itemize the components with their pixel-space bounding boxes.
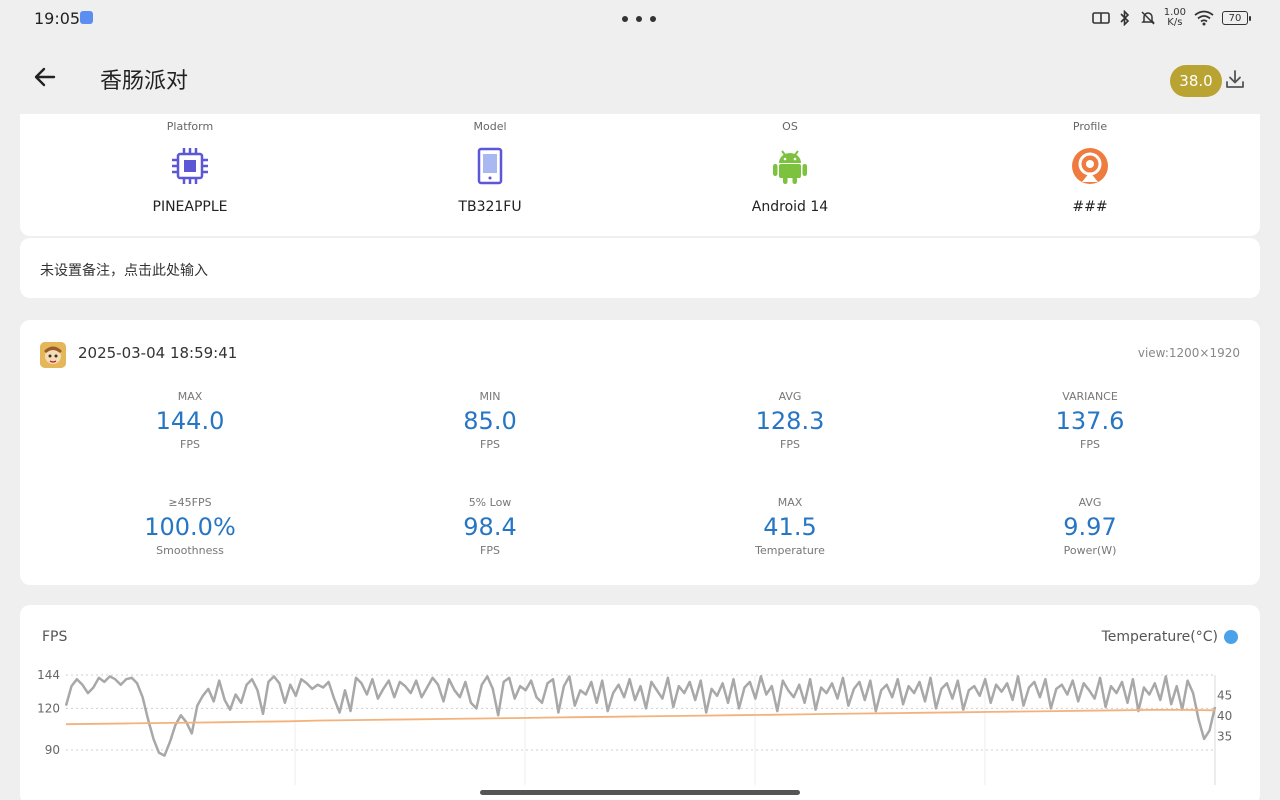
view-resolution: view:1200×1920 <box>1137 346 1240 360</box>
os-value: Android 14 <box>751 199 829 215</box>
platform-label: Platform <box>166 120 214 133</box>
metric-value: 9.97 <box>1063 513 1117 541</box>
model-label: Model <box>473 120 507 133</box>
metric-unit: Temperature <box>755 544 825 557</box>
metric-value: 128.3 <box>755 407 825 435</box>
metric-value: 137.6 <box>1055 407 1125 435</box>
metric-label: VARIANCE <box>1062 390 1118 403</box>
metric-max-fps: MAX 144.0 FPS <box>40 390 340 451</box>
wifi-icon <box>1194 10 1214 26</box>
metric-avg-fps: AVG 128.3 FPS <box>640 390 940 451</box>
back-arrow-icon[interactable] <box>30 62 60 92</box>
right-axis-tick-label: 40 <box>1217 709 1232 723</box>
more-dots-icon[interactable] <box>622 16 656 22</box>
app-bar: 香肠派对 38.0 <box>0 50 1280 106</box>
os-label: OS <box>782 120 798 133</box>
metric-value: 85.0 <box>463 407 517 435</box>
metric-unit: FPS <box>480 544 500 557</box>
legend-label: Temperature(°C) <box>1101 629 1218 645</box>
metric-value: 98.4 <box>463 513 517 541</box>
metric-unit: FPS <box>180 438 200 451</box>
mute-bell-icon <box>1140 11 1155 25</box>
dual-window-icon <box>1091 12 1110 24</box>
status-time: 19:05 <box>34 9 81 28</box>
metric-variance: VARIANCE 137.6 FPS <box>940 390 1240 451</box>
chip-icon <box>172 148 208 184</box>
performance-stats-card: 2025-03-04 18:59:41 view:1200×1920 MAX 1… <box>20 320 1260 585</box>
metric-label: AVG <box>1078 496 1102 509</box>
metric-value: 100.0% <box>144 513 236 541</box>
metric-unit: Power(W) <box>1063 544 1117 557</box>
metric-unit: Smoothness <box>156 544 224 557</box>
device-os: OS Android 14 <box>640 114 940 236</box>
battery-icon: 70 <box>1222 11 1251 25</box>
tablet-icon <box>477 147 503 185</box>
metric-label: AVG <box>778 390 802 403</box>
metric-label: MAX <box>777 496 803 509</box>
note-input[interactable]: 未设置备注，点击此处输入 <box>40 260 208 280</box>
app-notification-icon <box>80 11 93 24</box>
android-icon <box>773 150 807 184</box>
right-axis-tick-label: 45 <box>1217 689 1232 703</box>
metric-label: MIN <box>479 390 501 403</box>
chart-legend[interactable]: Temperature(°C) <box>1102 629 1238 645</box>
device-model: Model TB321FU <box>340 114 640 236</box>
metric-unit: FPS <box>1080 438 1100 451</box>
fps-chart: 144 120 90 45 40 35 <box>37 668 1232 785</box>
download-icon[interactable] <box>1224 68 1246 90</box>
device-info-card: Platform PINEAPPLE Model TB321FU OS Andr… <box>20 114 1260 236</box>
metric-value: 144.0 <box>155 407 225 435</box>
metric-unit: FPS <box>780 438 800 451</box>
profile-icon <box>1072 148 1108 184</box>
bluetooth-icon <box>1120 10 1129 26</box>
left-axis-tick-label: 90 <box>45 743 60 757</box>
device-platform: Platform PINEAPPLE <box>40 114 340 236</box>
model-value: TB321FU <box>458 199 522 215</box>
metric-label: 5% Low <box>468 496 512 509</box>
battery-level: 70 <box>1228 12 1242 24</box>
right-axis-tick-label: 35 <box>1217 730 1232 744</box>
fps-chart-card: FPS Temperature(°C) 144 120 90 45 40 35 <box>20 605 1260 800</box>
metric-unit: FPS <box>480 438 500 451</box>
page-title: 香肠派对 <box>100 69 189 94</box>
game-icon <box>40 342 66 368</box>
metric-label: ≥45FPS <box>168 496 212 509</box>
status-bar: 19:05 1.00 K/s 70 <box>0 0 1280 36</box>
network-speed: 1.00 K/s <box>1164 8 1186 28</box>
profile-label: Profile <box>1072 120 1108 133</box>
device-profile: Profile ### <box>940 114 1240 236</box>
metric-avg-power: AVG 9.97 Power(W) <box>940 496 1240 557</box>
temperature-badge[interactable]: 38.0 <box>1170 65 1222 97</box>
metric-min-fps: MIN 85.0 FPS <box>340 390 640 451</box>
metric-value: 41.5 <box>763 513 817 541</box>
left-axis-tick-label: 144 <box>37 668 60 682</box>
net-speed-unit: K/s <box>1167 17 1183 28</box>
temperature-badge-value: 38.0 <box>1179 72 1213 90</box>
status-icons: 1.00 K/s 70 <box>1091 8 1251 28</box>
home-indicator[interactable] <box>480 790 800 795</box>
temperature-series-line <box>65 709 1216 726</box>
metric-smoothness: ≥45FPS 100.0% Smoothness <box>40 496 340 557</box>
note-card[interactable]: 未设置备注，点击此处输入 <box>20 238 1260 298</box>
chart-title: FPS <box>42 629 68 645</box>
left-axis-tick-label: 120 <box>37 701 60 715</box>
metric-label: MAX <box>177 390 203 403</box>
platform-value: PINEAPPLE <box>152 199 228 215</box>
metric-5pct-low: 5% Low 98.4 FPS <box>340 496 640 557</box>
metric-max-temperature: MAX 41.5 Temperature <box>640 496 940 557</box>
profile-value: ### <box>1072 199 1108 215</box>
session-timestamp: 2025-03-04 18:59:41 <box>78 344 238 362</box>
legend-color-dot-icon <box>1224 630 1238 644</box>
